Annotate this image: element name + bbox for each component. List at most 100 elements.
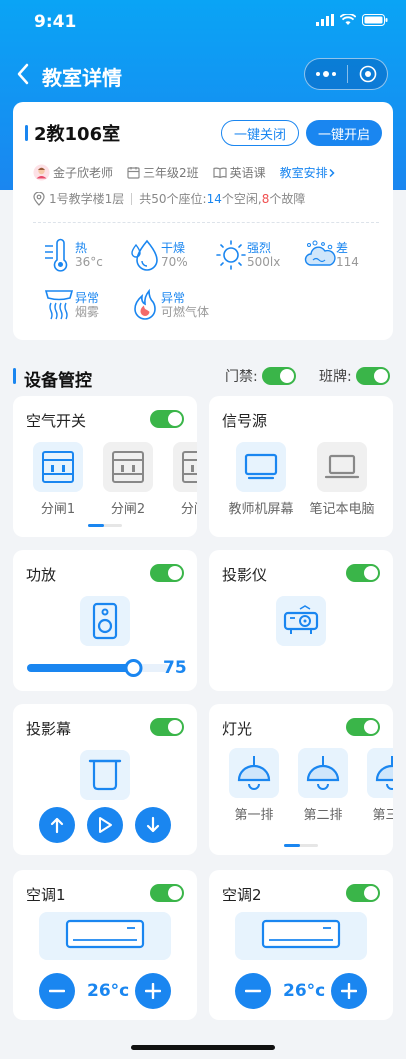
air-conditioner-icon — [261, 919, 341, 949]
ac2-toggle[interactable] — [346, 884, 380, 902]
sun-icon — [216, 240, 246, 270]
wifi-icon — [340, 14, 356, 25]
laptop-label: 笔记本电脑 — [309, 502, 375, 517]
projector-tile — [276, 596, 326, 646]
env-air-state: 差 — [336, 241, 349, 255]
minus-icon — [245, 989, 261, 993]
signal-source-card: 信号源 教师机屏幕 笔记本电脑 — [209, 396, 393, 537]
env-light-state: 强烈 — [247, 241, 272, 255]
lights-toggle[interactable] — [346, 718, 380, 736]
breaker-2-tile[interactable] — [103, 442, 153, 492]
light-row-1-label: 第一排 — [234, 808, 274, 823]
idle-seats-suffix: 个空闲, — [221, 192, 262, 206]
light-row-2-tile[interactable] — [298, 748, 348, 798]
plus-icon — [145, 983, 161, 999]
env-light: 强烈 500lx — [215, 238, 280, 272]
screen-down-button[interactable] — [135, 807, 171, 843]
section-title: 设备管控 — [24, 371, 92, 391]
ac1-temp-down-button[interactable] — [39, 973, 75, 1009]
screen-stop-button[interactable] — [87, 807, 123, 843]
class-sign-toggle[interactable] — [355, 367, 390, 385]
ac1-temperature: 26°c — [87, 981, 130, 1001]
status-icons — [316, 14, 388, 26]
thermometer-icon — [45, 238, 68, 272]
plus-icon — [341, 983, 357, 999]
amplifier-title: 功放 — [26, 566, 57, 584]
battery-icon — [362, 14, 388, 26]
light-row-3-tile[interactable] — [367, 748, 393, 798]
pendant-lamp-icon — [375, 756, 393, 790]
env-gas-state: 异常 — [161, 291, 186, 305]
volume-value: 75 — [163, 658, 187, 678]
projection-screen-title: 投影幕 — [26, 720, 72, 738]
close-mini-program-icon[interactable] — [348, 65, 387, 83]
air-switch-title: 空气开关 — [26, 412, 87, 430]
location-pin-icon — [33, 191, 45, 206]
light-row-3-label: 第三排 — [372, 808, 393, 823]
projection-screen-toggle[interactable] — [150, 718, 184, 736]
class-icon — [127, 166, 140, 179]
play-icon — [99, 817, 112, 833]
teacher-screen-label: 教师机屏幕 — [228, 502, 294, 517]
open-all-button[interactable]: 一键开启 — [306, 120, 382, 146]
more-menu-icon[interactable] — [305, 70, 347, 78]
back-arrow-icon[interactable] — [12, 60, 34, 88]
ac2-temp-up-button[interactable] — [331, 973, 367, 1009]
ac2-temp-down-button[interactable] — [235, 973, 271, 1009]
arrow-down-icon — [146, 816, 160, 833]
env-temperature: 热 36°c — [43, 238, 103, 272]
volume-slider[interactable] — [25, 658, 171, 678]
room-title: 2教106室 — [25, 120, 120, 146]
ac1-temp-up-button[interactable] — [135, 973, 171, 1009]
air-switch-card: 空气开关 分闸1 分闸2 分闸3 — [13, 396, 197, 537]
env-gas-value: 可燃气体 — [161, 305, 210, 319]
door-access-toggle[interactable] — [261, 367, 296, 385]
water-drop-icon — [131, 239, 158, 271]
lights-pager — [284, 844, 318, 847]
amplifier-card: 功放 75 — [13, 550, 197, 691]
teacher-screen-tile[interactable] — [236, 442, 286, 492]
ac2-title: 空调2 — [222, 886, 262, 904]
projection-screen-card: 投影幕 — [13, 704, 197, 855]
ac1-unit — [39, 912, 171, 960]
amplifier-toggle[interactable] — [150, 564, 184, 582]
pendant-lamp-icon — [306, 756, 340, 790]
teacher-name: 金子欣老师 — [53, 166, 114, 180]
projector-toggle[interactable] — [346, 564, 380, 582]
close-all-button[interactable]: 一键关闭 — [221, 120, 299, 146]
env-humidity-state: 干燥 — [161, 241, 186, 255]
section-accent-bar — [13, 368, 16, 384]
title-accent-bar — [25, 125, 28, 141]
fault-suffix: 个故障 — [269, 192, 306, 206]
signal-source-title: 信号源 — [222, 412, 268, 430]
breaker-3-tile[interactable] — [173, 442, 197, 492]
minus-icon — [49, 989, 65, 993]
meta-divider — [131, 192, 133, 205]
status-bar: 9:41 — [0, 0, 406, 44]
pendant-lamp-icon — [237, 756, 271, 790]
screen-up-button[interactable] — [39, 807, 75, 843]
breaker-icon — [42, 451, 74, 483]
course: 英语课 — [213, 164, 266, 181]
flame-icon — [134, 288, 156, 320]
laptop-icon — [324, 454, 360, 479]
screen-tile — [80, 750, 130, 800]
class: 三年级2班 — [127, 164, 199, 181]
env-air-value: 114 — [336, 255, 359, 269]
door-access-label: 门禁: — [225, 369, 258, 385]
ac1-toggle[interactable] — [150, 884, 184, 902]
air-switch-toggle[interactable] — [150, 410, 184, 428]
breaker-1-tile[interactable] — [33, 442, 83, 492]
schedule-link[interactable]: 教室安排 — [280, 164, 339, 181]
breaker-1-label: 分闸1 — [40, 502, 76, 517]
arrow-up-icon — [50, 817, 64, 834]
light-row-1-tile[interactable] — [229, 748, 279, 798]
ac2-card: 空调2 26°c — [209, 870, 393, 1020]
location: 1号教学楼1层 — [49, 192, 125, 206]
laptop-tile[interactable] — [317, 442, 367, 492]
schedule-link-label: 教室安排 — [279, 166, 328, 180]
air-conditioner-icon — [65, 919, 145, 949]
lights-card: 灯光 第一排 第二排 第三排 — [209, 704, 393, 855]
volume-slider-thumb[interactable] — [124, 659, 143, 677]
projector-icon — [283, 605, 319, 634]
